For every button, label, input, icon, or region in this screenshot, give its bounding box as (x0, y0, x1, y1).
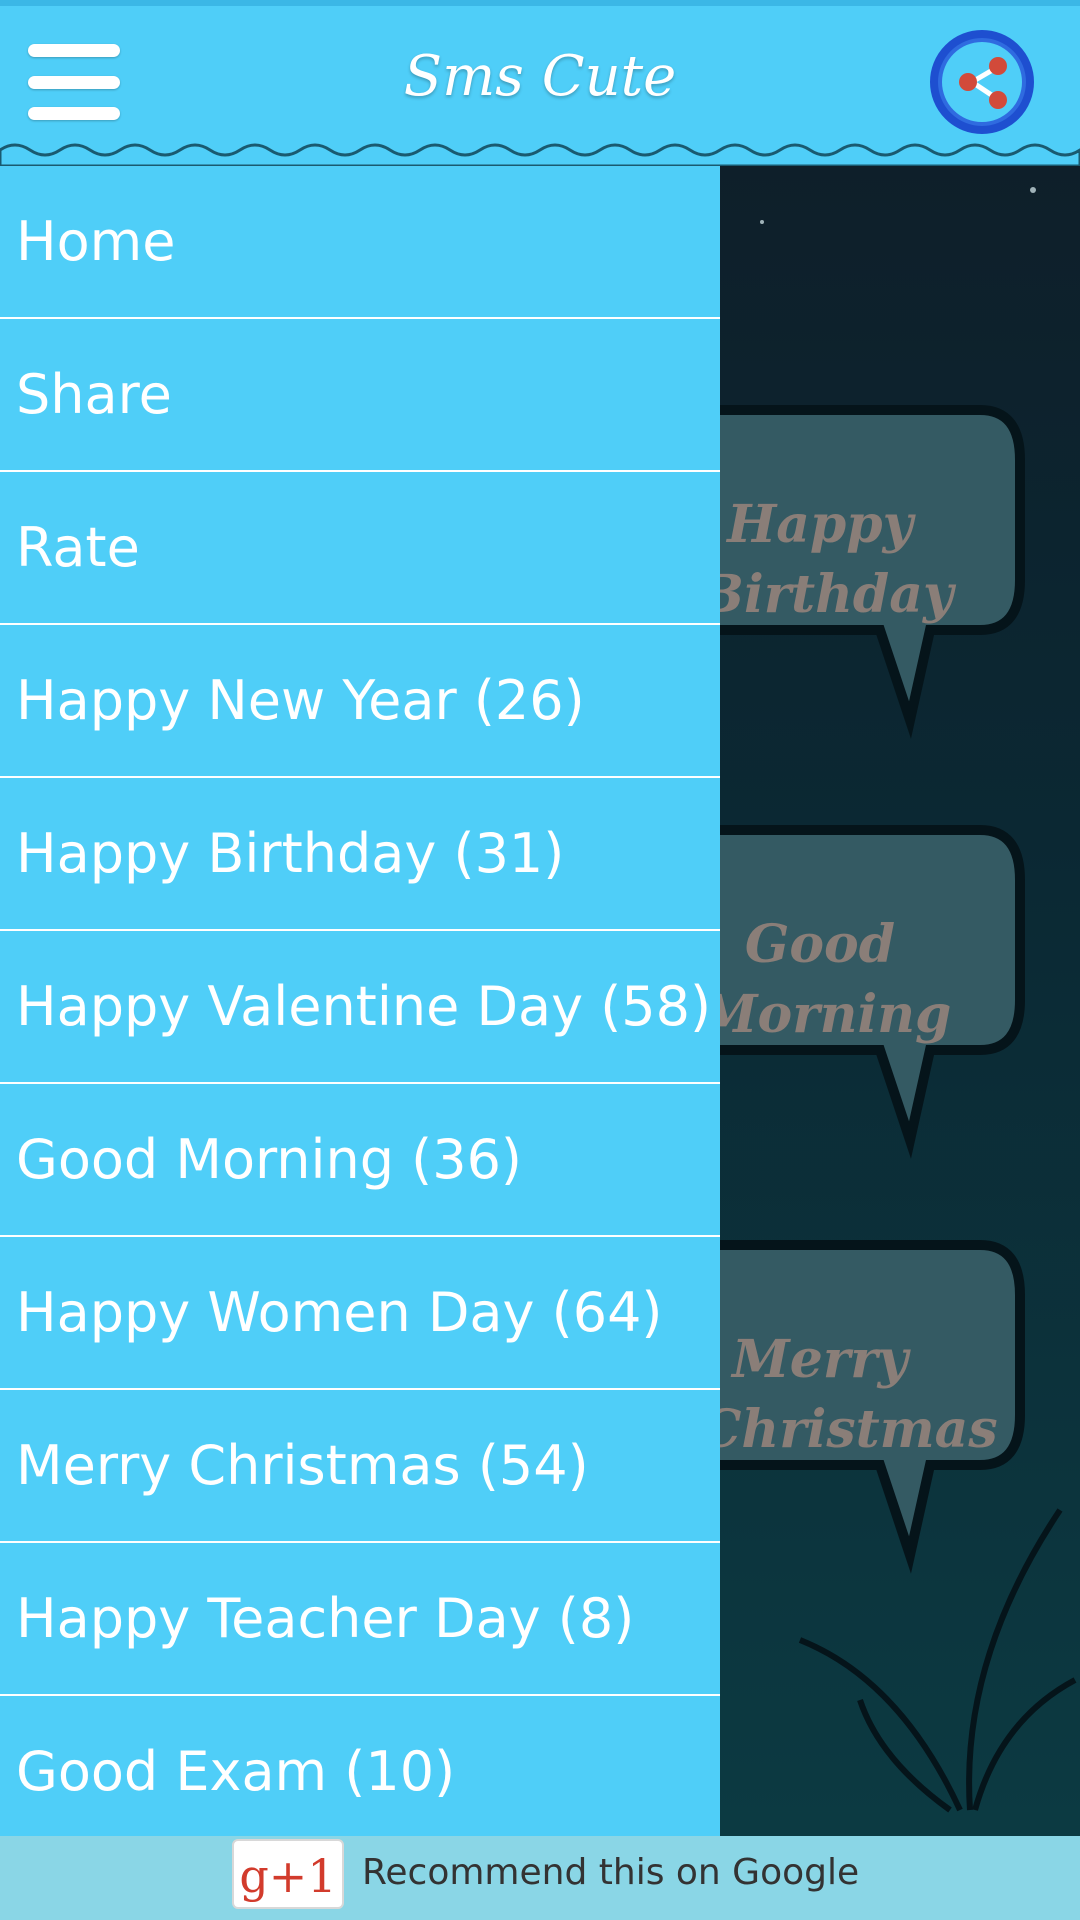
drawer-item-rate[interactable]: Rate (0, 472, 720, 625)
drawer-item-happy-new-year[interactable]: Happy New Year (26) (0, 625, 720, 778)
bubble-text-christmas: Merry Christmas (700, 1329, 998, 1460)
share-button[interactable] (930, 30, 1034, 134)
bubble-text-birthday: Happy Birthday (700, 494, 954, 625)
drawer-item-happy-valentine-day[interactable]: Happy Valentine Day (58) (0, 931, 720, 1084)
drawer-item-good-exam[interactable]: Good Exam (10) (0, 1696, 720, 1849)
app-header: Sms Cute (0, 0, 1080, 160)
drawer-item-good-morning[interactable]: Good Morning (36) (0, 1084, 720, 1237)
recommend-text: Recommend this on Google (362, 1852, 860, 1893)
drawer-item-happy-women-day[interactable]: Happy Women Day (64) (0, 1237, 720, 1390)
google-plus-one-button[interactable]: g+1 (232, 1839, 344, 1909)
navigation-drawer: Home Share Rate Happy New Year (26) Happ… (0, 166, 720, 1849)
drawer-item-home[interactable]: Home (0, 166, 720, 319)
plant-decoration (798, 1508, 1077, 1813)
header-wave-border (0, 143, 1080, 166)
app-title: Sms Cute (403, 44, 677, 109)
drawer-item-happy-birthday[interactable]: Happy Birthday (31) (0, 778, 720, 931)
share-icon (959, 57, 1007, 109)
bubble-text-morning: Good Morning (700, 914, 952, 1045)
drawer-item-merry-christmas[interactable]: Merry Christmas (54) (0, 1390, 720, 1543)
drawer-item-share[interactable]: Share (0, 319, 720, 472)
drawer-item-happy-teacher-day[interactable]: Happy Teacher Day (8) (0, 1543, 720, 1696)
